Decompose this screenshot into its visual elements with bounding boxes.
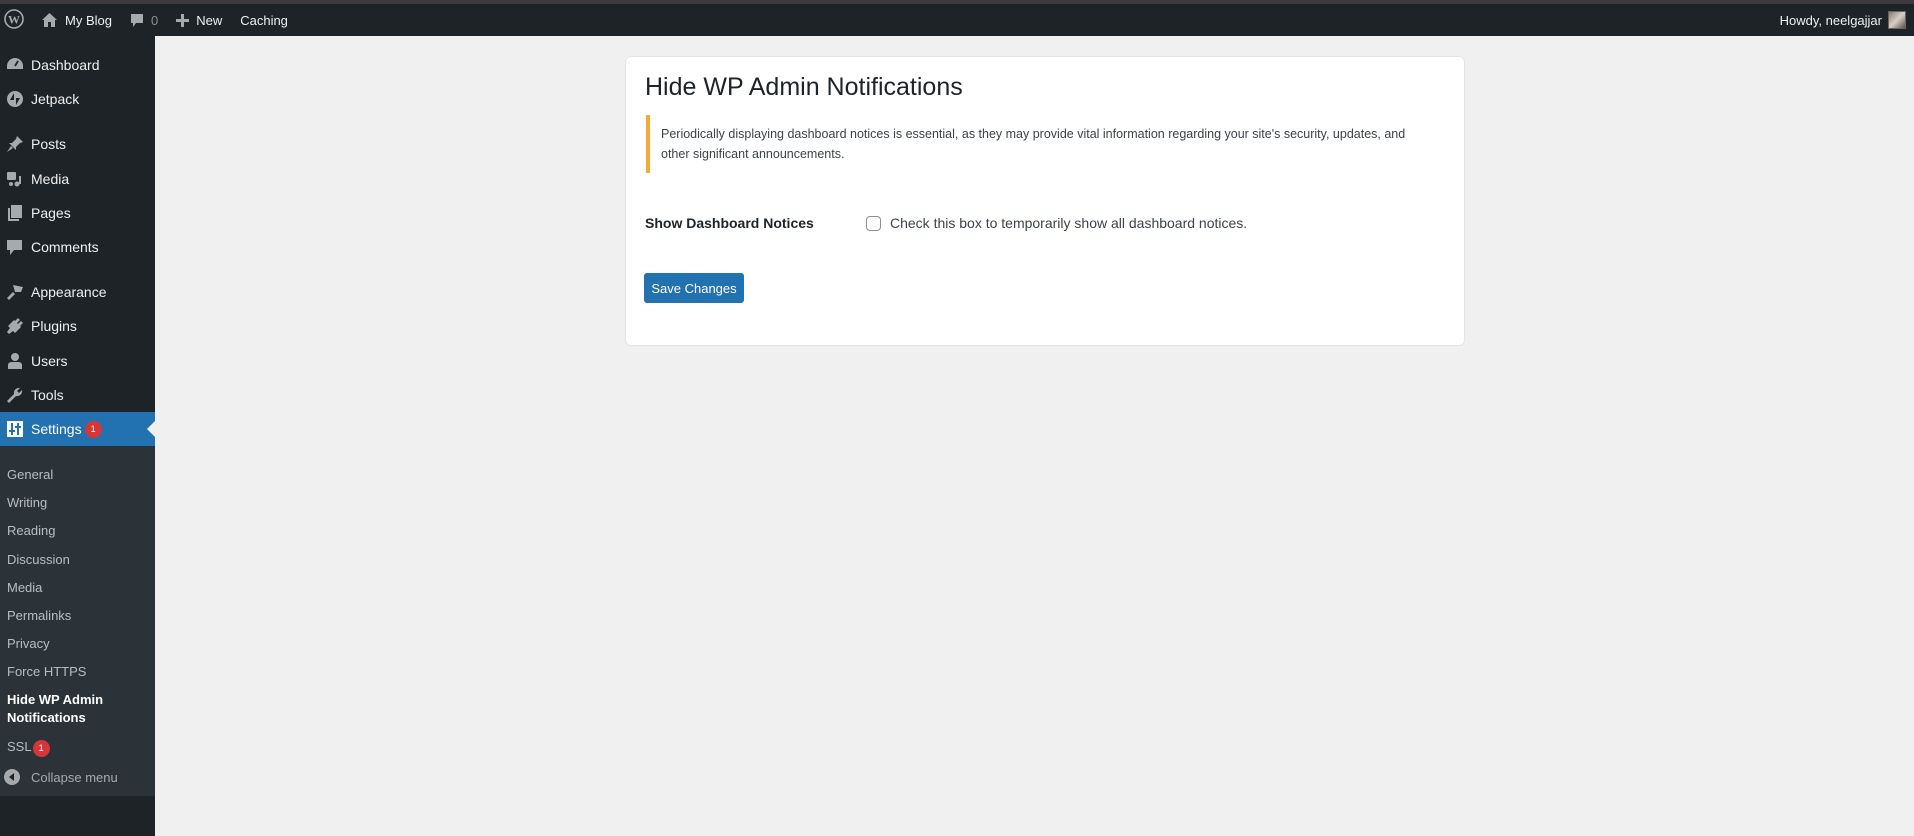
wp-logo-button[interactable]: W: [0, 4, 32, 36]
user-icon: [0, 352, 30, 370]
pages-icon: [0, 204, 30, 222]
collapse-menu-button[interactable]: Collapse menu: [0, 760, 155, 794]
active-indicator: [147, 421, 155, 437]
submenu-permalinks[interactable]: Permalinks: [7, 607, 71, 625]
new-content-link[interactable]: New: [167, 4, 231, 36]
submenu-general[interactable]: General: [7, 466, 53, 484]
sidebar-item-users[interactable]: Users: [0, 344, 155, 378]
sidebar-item-appearance[interactable]: Appearance: [0, 275, 155, 309]
submenu-privacy[interactable]: Privacy: [7, 635, 50, 653]
comment-bubble-icon: [130, 13, 144, 28]
submenu-media[interactable]: Media: [7, 579, 42, 597]
checkbox-description[interactable]: Check this box to temporarily show all d…: [890, 215, 1247, 231]
home-icon: [41, 12, 58, 28]
submenu-writing[interactable]: Writing: [7, 494, 47, 512]
comments-count: 0: [150, 12, 159, 28]
submenu-discussion[interactable]: Discussion: [7, 551, 70, 569]
site-name-link[interactable]: My Blog: [32, 4, 121, 36]
site-name: My Blog: [65, 12, 112, 28]
sidebar-item-pages[interactable]: Pages: [0, 196, 155, 230]
plus-icon: [176, 13, 190, 27]
info-notice: Periodically displaying dashboard notice…: [646, 115, 1446, 173]
show-notices-field: Check this box to temporarily show all d…: [866, 215, 1247, 231]
sidebar-item-comments[interactable]: Comments: [0, 230, 155, 264]
wordpress-logo-icon: W: [4, 8, 24, 32]
page-title: Hide WP Admin Notifications: [645, 73, 963, 101]
settings-submenu: General Writing Reading Discussion Media…: [0, 446, 155, 796]
show-notices-checkbox[interactable]: [866, 215, 881, 231]
submenu-hide-wp-admin-notifications[interactable]: Hide WP Admin Notifications: [7, 691, 103, 727]
dashboard-icon: [0, 56, 30, 74]
submenu-reading[interactable]: Reading: [7, 522, 55, 540]
sidebar-item-media[interactable]: Media: [0, 162, 155, 196]
show-dashboard-notices-label: Show Dashboard Notices: [645, 215, 814, 231]
new-label: New: [196, 12, 223, 28]
comments-link[interactable]: 0: [121, 4, 167, 36]
sidebar-item-plugins[interactable]: Plugins: [0, 309, 155, 343]
caching-label: Caching: [240, 12, 288, 28]
caching-link[interactable]: Caching: [231, 4, 297, 36]
comment-icon: [0, 238, 30, 256]
brush-icon: [0, 283, 30, 301]
sidebar-item-settings[interactable]: Settings 1: [0, 412, 155, 446]
pin-icon: [0, 135, 30, 153]
media-icon: [0, 170, 30, 188]
settings-icon: [0, 421, 30, 437]
admin-bar: W My Blog 0 New Caching Howdy, neelgajja…: [0, 4, 1914, 36]
my-account-link[interactable]: Howdy, neelgajjar: [1780, 11, 1914, 29]
howdy-text: Howdy, neelgajjar: [1779, 12, 1882, 28]
sidebar-item-jetpack[interactable]: Jetpack: [0, 82, 155, 116]
sidebar-item-posts[interactable]: Posts: [0, 127, 155, 161]
sidebar-item-tools[interactable]: Tools: [0, 378, 155, 412]
settings-update-badge: 1: [84, 420, 102, 438]
admin-sidebar: Dashboard Jetpack Posts Media Pages Comm…: [0, 36, 155, 836]
submenu-force-https[interactable]: Force HTTPS: [7, 663, 86, 681]
collapse-arrow-icon: [0, 769, 24, 785]
svg-text:W: W: [8, 12, 20, 26]
save-changes-button[interactable]: Save Changes: [644, 273, 744, 303]
wrench-icon: [0, 386, 30, 404]
sidebar-item-dashboard[interactable]: Dashboard: [0, 48, 155, 82]
avatar: [1888, 11, 1906, 29]
submenu-ssl[interactable]: SSL 1: [7, 738, 50, 757]
jetpack-icon: [0, 90, 30, 108]
plug-icon: [0, 317, 30, 335]
ssl-badge: 1: [32, 740, 50, 757]
settings-card: Hide WP Admin Notifications Periodically…: [625, 56, 1465, 346]
